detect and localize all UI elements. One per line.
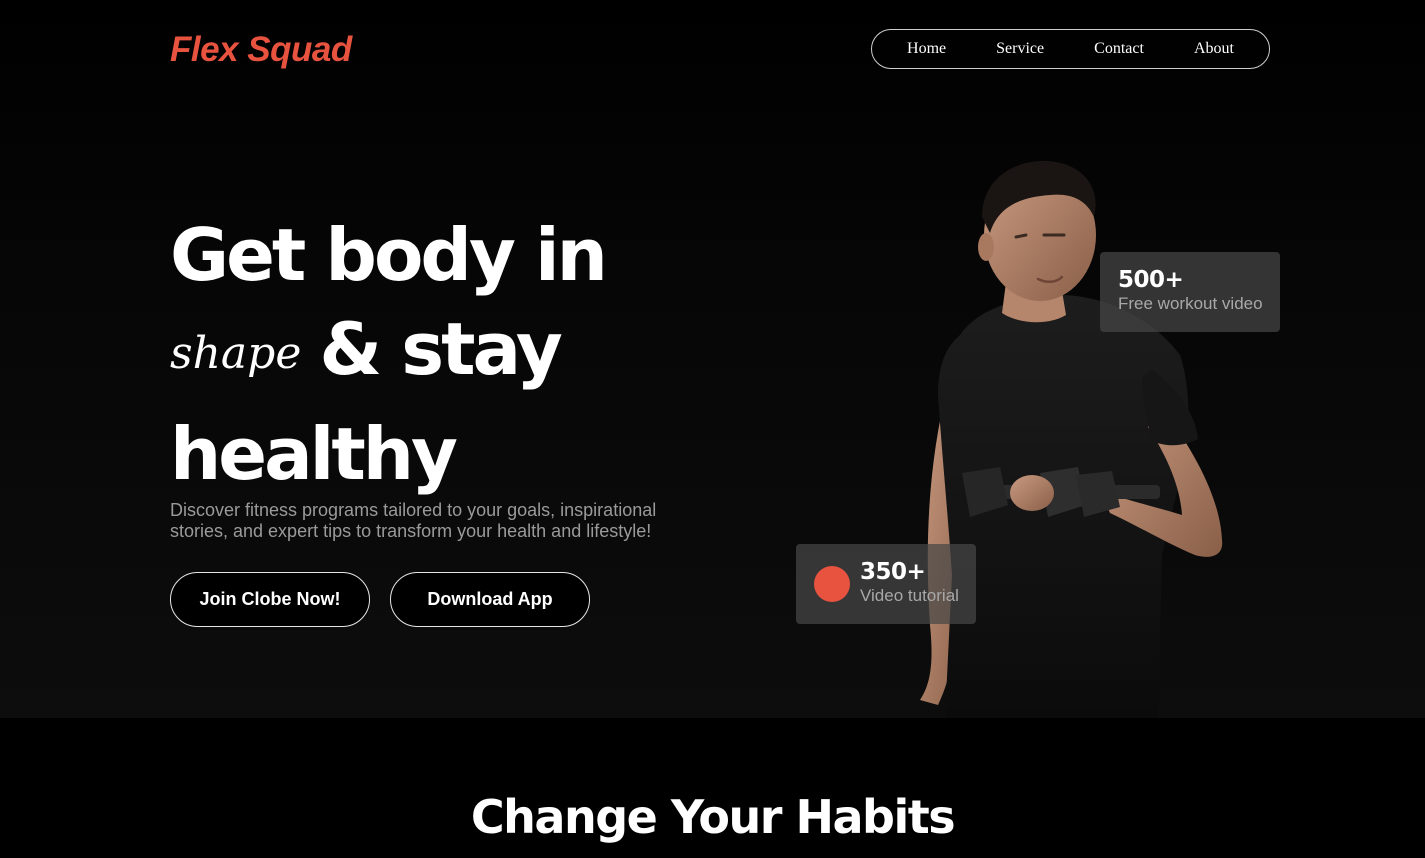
hero-headline: Get body in shape & stay healthy [170, 208, 690, 501]
nav-about[interactable]: About [1194, 40, 1234, 58]
hero-section: Flex Squad Home Service Contact About Ge… [0, 0, 1425, 718]
stat-label: Video tutorial [860, 586, 959, 605]
stat-label: Free workout video [1118, 294, 1263, 313]
stat-card-workout-videos: 500+ Free workout video [1100, 252, 1280, 332]
main-nav: Home Service Contact About [871, 29, 1270, 69]
download-app-button[interactable]: Download App [390, 572, 590, 627]
headline-line-2-text: & stay [319, 307, 562, 391]
nav-contact[interactable]: Contact [1094, 40, 1144, 58]
stat-card-video-tutorials: 350+ Video tutorial [796, 544, 976, 624]
hero-description: Discover fitness programs tailored to yo… [170, 500, 657, 541]
brand-logo[interactable]: Flex Squad [170, 30, 352, 70]
headline-line-1: Get body in [170, 213, 608, 297]
nav-service[interactable]: Service [996, 40, 1044, 58]
section-title: Change Your Habits [470, 790, 956, 844]
stat-value: 500+ [1118, 267, 1184, 293]
nav-home[interactable]: Home [907, 40, 946, 58]
orange-dot-icon [814, 566, 850, 602]
hero-athlete-image [920, 160, 1223, 718]
headline-script-word: shape [170, 328, 302, 379]
join-button[interactable]: Join Clobe Now! [170, 572, 370, 627]
stat-value: 350+ [860, 559, 926, 585]
headline-line-3: healthy [170, 412, 458, 496]
headline-line-2: shape & stay [170, 302, 690, 407]
